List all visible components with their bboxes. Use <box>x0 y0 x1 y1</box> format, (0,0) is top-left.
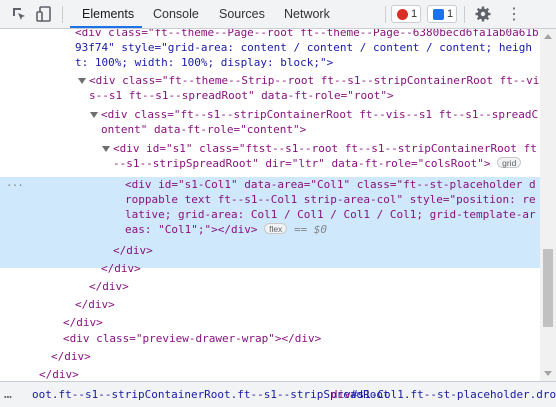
dom-line[interactable]: </div> <box>63 315 540 330</box>
dom-line[interactable]: <div class="ft--theme--Page--root ft--th… <box>75 29 540 40</box>
dom-line-selected[interactable]: <div id="s1-Col1" data-area="Col1" class… <box>125 177 540 192</box>
errors-badge[interactable]: 1 <box>391 5 421 23</box>
dom-line[interactable]: 93f74" style="grid-area: content / conte… <box>75 40 540 55</box>
dom-line-selected[interactable]: roppable text ft--s1--Col1 strip-area-co… <box>125 192 540 207</box>
dom-line[interactable]: </div> <box>113 243 540 258</box>
vertical-scrollbar[interactable] <box>540 29 556 381</box>
tab-elements[interactable]: Elements <box>82 0 134 29</box>
dom-line[interactable]: </div> <box>89 279 540 294</box>
dom-line[interactable]: </div> <box>39 367 540 381</box>
dom-line[interactable]: ontent" data-ft-role="content"> <box>101 122 540 137</box>
dom-line[interactable]: t: 100%; width: 100%; display: block;"> <box>75 55 540 70</box>
breadcrumb: … oot.ft--s1--stripContainerRoot.ft--s1-… <box>0 381 556 407</box>
elements-dom-tree: ··· <div class="ft--theme--Page--root ft… <box>0 29 540 381</box>
dom-line[interactable]: s--s1 ft--s1--spreadRoot" data-ft-role="… <box>89 88 540 103</box>
settings-gear-icon[interactable] <box>474 5 492 23</box>
dom-line-selected[interactable]: eas: "Col1";"></div> flex == $0 <box>125 222 540 237</box>
breadcrumb-item-selected[interactable]: div#s1-Col1.ft--st-placeholder.droppa <box>331 382 556 407</box>
devtools-toolbar: Elements Console Sources Network 1 1 ⋮ <box>0 0 556 29</box>
expand-triangle-icon[interactable] <box>90 112 98 118</box>
dom-line[interactable]: </div> <box>75 297 540 312</box>
error-icon <box>397 9 408 20</box>
dom-line[interactable]: <div class="ft--theme--Strip--root ft--s… <box>89 73 540 88</box>
tab-network[interactable]: Network <box>284 0 330 29</box>
message-icon <box>433 9 444 20</box>
dom-line-selected[interactable]: lative; grid-area: Col1 / Col1 / Col1 / … <box>125 207 540 222</box>
inspect-element-icon[interactable] <box>10 5 28 23</box>
expand-triangle-icon[interactable] <box>102 146 110 152</box>
dom-line[interactable]: </div> <box>101 261 540 276</box>
dom-line[interactable]: <div class="preview-drawer-wrap"></div> <box>63 331 540 346</box>
dom-line[interactable]: <div id="s1" class="ftst--s1--root ft--s… <box>113 141 540 156</box>
grid-badge[interactable]: grid <box>497 157 522 168</box>
node-actions-ellipsis[interactable]: ··· <box>6 179 24 192</box>
toolbar-divider <box>464 6 465 23</box>
more-options-icon[interactable]: ⋮ <box>506 0 522 29</box>
active-tab-indicator <box>70 26 142 28</box>
scrollbar-thumb[interactable] <box>543 249 553 327</box>
messages-count: 1 <box>447 8 454 20</box>
toolbar-divider <box>385 6 386 23</box>
dom-line[interactable]: --s1--stripSpreadRoot" dir="ltr" data-ft… <box>113 156 540 171</box>
dom-line[interactable]: <div class="ft--s1--stripContainerRoot f… <box>101 107 540 122</box>
expand-triangle-icon[interactable] <box>78 78 86 84</box>
dom-line[interactable]: </div> <box>51 349 540 364</box>
tab-sources[interactable]: Sources <box>219 0 265 29</box>
scroll-down-arrow-icon[interactable] <box>544 371 552 376</box>
device-toolbar-icon[interactable] <box>35 5 53 23</box>
messages-badge[interactable]: 1 <box>427 5 457 23</box>
scroll-up-arrow-icon[interactable] <box>544 34 552 39</box>
breadcrumb-scroll-left-icon[interactable]: … <box>4 382 12 407</box>
flex-badge[interactable]: flex <box>264 223 288 234</box>
console-ref-label: == $0 <box>293 223 328 236</box>
toolbar-divider <box>62 6 63 23</box>
tab-console[interactable]: Console <box>153 0 199 29</box>
errors-count: 1 <box>411 8 418 20</box>
